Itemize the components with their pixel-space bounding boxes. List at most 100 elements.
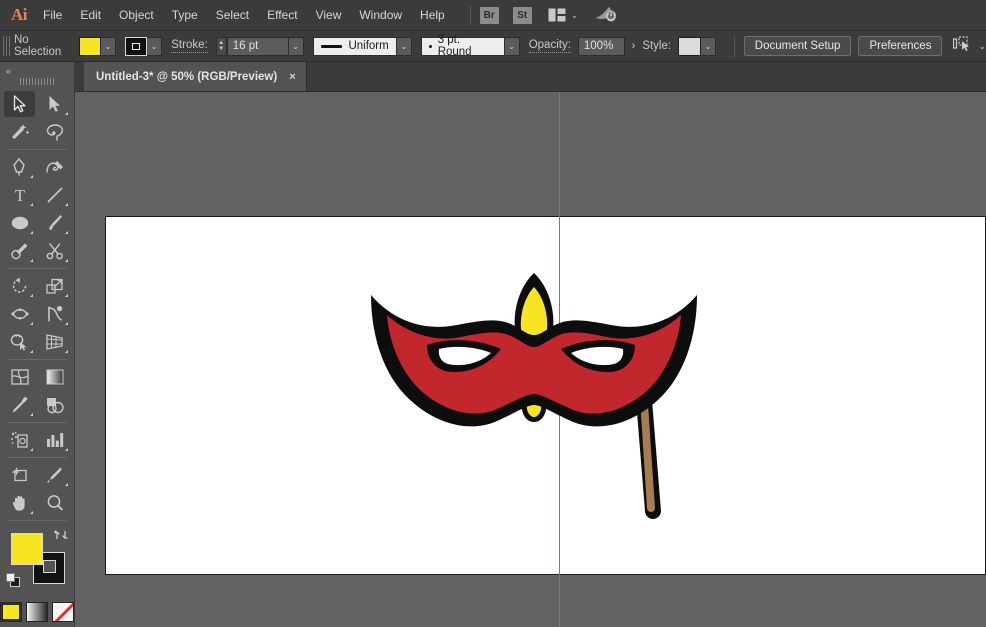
scissors-tool[interactable] bbox=[37, 237, 72, 265]
magic-wand-tool[interactable] bbox=[2, 118, 37, 146]
graphic-style-chevron-down-icon[interactable]: ⌄ bbox=[701, 37, 716, 56]
menu-file[interactable]: File bbox=[34, 4, 71, 26]
stroke-swatch[interactable] bbox=[125, 37, 147, 56]
tool-flyout-indicator[interactable] bbox=[30, 350, 33, 353]
stroke-weight-input[interactable]: 16 pt bbox=[227, 37, 289, 56]
shaper-pencil-tool[interactable] bbox=[2, 237, 37, 265]
svg-text:T: T bbox=[14, 186, 25, 204]
tool-flyout-indicator[interactable] bbox=[65, 231, 68, 234]
hand-tool[interactable] bbox=[2, 489, 37, 517]
menu-view[interactable]: View bbox=[307, 4, 351, 26]
perspective-grid-tool[interactable] bbox=[37, 328, 72, 356]
mesh-tool[interactable] bbox=[2, 363, 37, 391]
gradient-tool[interactable] bbox=[37, 363, 72, 391]
preferences-button[interactable]: Preferences bbox=[858, 36, 942, 56]
line-segment-tool[interactable] bbox=[37, 181, 72, 209]
tool-flyout-indicator[interactable] bbox=[65, 112, 68, 115]
arrange-documents-icon[interactable] bbox=[548, 8, 566, 22]
opacity-label[interactable]: Opacity: bbox=[529, 39, 571, 53]
toolbar-fill-swatch[interactable] bbox=[11, 533, 43, 565]
menu-object[interactable]: Object bbox=[110, 4, 163, 26]
stock-button[interactable]: St bbox=[513, 7, 532, 24]
tool-flyout-indicator[interactable] bbox=[65, 483, 68, 486]
fill-swatch[interactable] bbox=[79, 37, 101, 56]
tool-flyout-indicator[interactable] bbox=[30, 231, 33, 234]
tool-flyout-indicator[interactable] bbox=[30, 511, 33, 514]
width-tool[interactable] bbox=[2, 300, 37, 328]
document-tab[interactable]: Untitled-3* @ 50% (RGB/Preview) × bbox=[84, 62, 307, 91]
close-icon[interactable]: × bbox=[289, 71, 295, 83]
graphic-style-swatch[interactable] bbox=[678, 37, 701, 56]
lasso-tool[interactable] bbox=[37, 118, 72, 146]
eyedropper-tool[interactable] bbox=[2, 391, 37, 419]
free-transform-tool[interactable] bbox=[37, 300, 72, 328]
column-graph-tool[interactable] bbox=[37, 426, 72, 454]
menu-window[interactable]: Window bbox=[350, 4, 411, 26]
align-chevron-down-icon[interactable]: ⌄ bbox=[978, 41, 986, 52]
tool-flyout-indicator[interactable] bbox=[65, 203, 68, 206]
tool-flyout-indicator[interactable] bbox=[30, 448, 33, 451]
curvature-tool[interactable] bbox=[37, 153, 72, 181]
menu-select[interactable]: Select bbox=[207, 4, 258, 26]
none-icon[interactable] bbox=[52, 602, 74, 622]
collapse-panel-icon[interactable]: « bbox=[0, 62, 74, 77]
tools-panel: « bbox=[0, 62, 75, 627]
tool-flyout-indicator[interactable] bbox=[30, 259, 33, 262]
artboard-tool[interactable] bbox=[2, 461, 37, 489]
opacity-more-icon[interactable]: › bbox=[632, 40, 636, 52]
stroke-profile-select[interactable]: Uniform bbox=[313, 37, 397, 56]
default-fill-stroke-icon[interactable] bbox=[6, 573, 21, 593]
tool-flyout-indicator[interactable] bbox=[30, 203, 33, 206]
brush-definition-select[interactable]: 3 pt. Round bbox=[421, 37, 505, 56]
color-swatch-icon[interactable] bbox=[0, 602, 22, 622]
tools-panel-grip[interactable] bbox=[20, 78, 54, 85]
stroke-weight-stepper[interactable]: ▲ ▼ bbox=[216, 37, 227, 56]
arrange-chevron-down-icon[interactable]: ⌄ bbox=[571, 10, 579, 21]
tool-flyout-indicator[interactable] bbox=[30, 175, 33, 178]
tool-flyout-indicator[interactable] bbox=[65, 294, 68, 297]
stroke-chevron-down-icon[interactable]: ⌄ bbox=[147, 37, 162, 56]
stepper-down-icon[interactable]: ▼ bbox=[218, 46, 224, 52]
shape-builder-tool[interactable] bbox=[2, 328, 37, 356]
tool-flyout-indicator[interactable] bbox=[30, 413, 33, 416]
selection-tool[interactable] bbox=[2, 90, 37, 118]
pen-tool[interactable] bbox=[2, 153, 37, 181]
rotate-tool[interactable] bbox=[2, 272, 37, 300]
stroke-weight-chevron-down-icon[interactable]: ⌄ bbox=[289, 37, 304, 56]
tool-flyout-indicator[interactable] bbox=[30, 322, 33, 325]
fill-chevron-down-icon[interactable]: ⌄ bbox=[101, 37, 116, 56]
menu-help[interactable]: Help bbox=[411, 4, 454, 26]
blend-tool[interactable] bbox=[37, 391, 72, 419]
tool-flyout-indicator[interactable] bbox=[65, 448, 68, 451]
menu-effect[interactable]: Effect bbox=[258, 4, 306, 26]
bridge-button[interactable]: Br bbox=[480, 7, 499, 24]
tool-flyout-indicator[interactable] bbox=[65, 259, 68, 262]
scale-tool[interactable] bbox=[37, 272, 72, 300]
rocket-icon[interactable] bbox=[594, 4, 618, 27]
type-tool[interactable]: T bbox=[2, 181, 37, 209]
zoom-tool[interactable] bbox=[37, 489, 72, 517]
stroke-profile-control: Uniform ⌄ bbox=[313, 37, 412, 56]
style-label: Style: bbox=[642, 40, 671, 52]
tool-flyout-indicator[interactable] bbox=[65, 322, 68, 325]
brush-definition-chevron-down-icon[interactable]: ⌄ bbox=[505, 37, 520, 56]
document-setup-button[interactable]: Document Setup bbox=[744, 36, 852, 56]
gradient-icon[interactable] bbox=[26, 602, 48, 622]
masquerade-mask-artwork[interactable] bbox=[361, 267, 701, 542]
document-canvas[interactable] bbox=[75, 92, 986, 627]
stroke-profile-chevron-down-icon[interactable]: ⌄ bbox=[397, 37, 412, 56]
stroke-weight-label[interactable]: Stroke: bbox=[171, 39, 207, 53]
opacity-input[interactable]: 100% bbox=[578, 37, 625, 56]
menu-edit[interactable]: Edit bbox=[71, 4, 110, 26]
control-bar-grip[interactable] bbox=[3, 36, 10, 56]
swap-fill-stroke-icon[interactable] bbox=[53, 528, 69, 547]
align-to-selection-icon[interactable] bbox=[953, 36, 973, 57]
ellipse-tool[interactable] bbox=[2, 209, 37, 237]
direct-selection-tool[interactable] bbox=[37, 90, 72, 118]
symbol-sprayer-tool[interactable] bbox=[2, 426, 37, 454]
tool-flyout-indicator[interactable] bbox=[30, 294, 33, 297]
tool-flyout-indicator[interactable] bbox=[65, 350, 68, 353]
slice-tool[interactable] bbox=[37, 461, 72, 489]
paintbrush-tool[interactable] bbox=[37, 209, 72, 237]
menu-type[interactable]: Type bbox=[163, 4, 207, 26]
